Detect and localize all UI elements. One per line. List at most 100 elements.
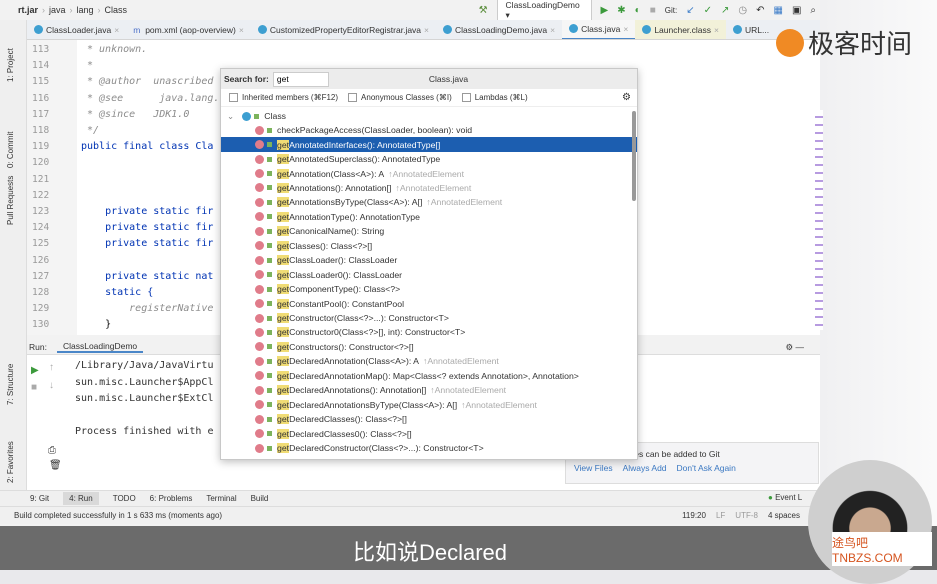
stop-run-icon[interactable]: ■: [31, 382, 37, 393]
tool-window--run[interactable]: 4: Run: [63, 492, 99, 505]
structure-item[interactable]: get ConstantPool(): ConstantPool: [221, 296, 637, 310]
status-message: Build completed successfully in 1 s 633 …: [14, 511, 223, 520]
match-highlight: get: [277, 182, 290, 193]
structure-item[interactable]: get Annotation(Class<A>): A ↑AnnotatedElem…: [221, 166, 637, 180]
structure-item[interactable]: get DeclaredConstructor(Class<?>...): Con…: [221, 441, 637, 455]
indent[interactable]: 4 spaces: [768, 511, 800, 520]
structure-item[interactable]: get CanonicalName(): String: [221, 224, 637, 238]
project-structure-icon[interactable]: ▦: [773, 5, 782, 16]
tool-window-build[interactable]: Build: [251, 494, 269, 503]
line-number: 122: [32, 189, 50, 201]
gear-icon[interactable]: ⚙: [622, 92, 631, 103]
breadcrumb-item[interactable]: rt.jar: [18, 5, 38, 15]
git-commit-icon[interactable]: ✓: [704, 5, 712, 16]
popup-scrollbar[interactable]: [632, 111, 636, 201]
print-icon[interactable]: ⎙: [48, 445, 56, 456]
structure-item[interactable]: get ComponentType(): Class<?>: [221, 282, 637, 296]
code-line: private static fir: [81, 206, 214, 217]
structure-item[interactable]: get Annotations(): Annotation[] ↑Annotated…: [221, 181, 637, 195]
line-number: 119: [32, 141, 50, 153]
editor-tab[interactable]: ClassLoadingDemo.java ×: [436, 20, 562, 39]
run-icon[interactable]: ▶: [601, 5, 609, 16]
structure-item[interactable]: get DeclaredAnnotationsByType(Class<A>): …: [221, 398, 637, 412]
visibility-icon: [267, 358, 272, 364]
editor-tab[interactable]: ClassLoader.java ×: [27, 20, 126, 39]
method-icon: [255, 327, 264, 337]
rerun-icon[interactable]: ▶: [31, 362, 39, 380]
encoding[interactable]: UTF-8: [735, 511, 758, 520]
rollback-icon[interactable]: ↶: [756, 5, 764, 16]
history-icon[interactable]: ◷: [738, 5, 747, 16]
favorites-tool[interactable]: 2: Favorites: [6, 441, 15, 483]
close-icon[interactable]: ×: [114, 25, 119, 35]
tool-window--problems[interactable]: 6: Problems: [150, 494, 193, 503]
structure-item[interactable]: get DeclaredClasses0(): Class<?>[]: [221, 426, 637, 440]
tool-window--git[interactable]: 9: Git: [30, 494, 49, 503]
close-icon[interactable]: ×: [550, 25, 555, 35]
editor-tab[interactable]: Launcher.class ×: [635, 20, 726, 39]
structure-item[interactable]: get DeclaredAnnotationMap(): Map<Class<? …: [221, 369, 637, 383]
pull-requests-tool[interactable]: Pull Requests: [6, 176, 15, 225]
structure-item[interactable]: get AnnotatedSuperclass(): AnnotatedType: [221, 152, 637, 166]
breadcrumb-item[interactable]: lang: [77, 5, 94, 15]
search-icon[interactable]: ⌕: [810, 5, 816, 16]
coverage-icon[interactable]: ◐: [635, 5, 641, 16]
lambdas-checkbox[interactable]: Lambdas (⌘L): [461, 93, 528, 103]
editor-tab[interactable]: CustomizedPropertyEditorRegistrar.java ×: [251, 20, 436, 39]
build-icon[interactable]: ⚒: [479, 5, 488, 16]
window-icon[interactable]: ▣: [792, 5, 801, 16]
structure-item[interactable]: get AnnotationsByType(Class<A>): A[] ↑Anno…: [221, 195, 637, 209]
inherited-members-checkbox[interactable]: Inherited members (⌘F12): [229, 93, 338, 103]
close-icon[interactable]: ×: [623, 24, 628, 34]
structure-item[interactable]: get Constructor0(Class<?>[], int): Constr…: [221, 325, 637, 339]
structure-item[interactable]: get DeclaredAnnotation(Class<A>): A ↑Annot…: [221, 354, 637, 368]
structure-item[interactable]: get DeclaredClasses(): Class<?>[]: [221, 412, 637, 426]
event-log-button[interactable]: ● Event L: [768, 493, 802, 502]
line-separator[interactable]: LF: [716, 511, 725, 520]
git-update-icon[interactable]: ↙: [686, 5, 694, 16]
git-push-icon[interactable]: ↗: [721, 5, 729, 16]
structure-item[interactable]: get Constructor(Class<?>...): Constructor…: [221, 311, 637, 325]
structure-item[interactable]: get ClassLoader(): ClassLoader: [221, 253, 637, 267]
caret-position[interactable]: 119:20: [682, 511, 706, 520]
tool-window-todo[interactable]: TODO: [113, 494, 136, 503]
commit-tool[interactable]: 0: Commit: [6, 132, 15, 168]
method-icon: [255, 385, 264, 395]
run-tab[interactable]: ClassLoadingDemo: [56, 341, 144, 353]
debug-icon[interactable]: ✱: [617, 5, 625, 16]
anonymous-classes-checkbox[interactable]: Anonymous Classes (⌘I): [348, 93, 452, 103]
structure-tool[interactable]: 7: Structure: [6, 364, 15, 405]
editor-tab[interactable]: Class.java ×: [562, 20, 636, 39]
close-icon[interactable]: ×: [424, 25, 429, 35]
tree-root[interactable]: ⌄ Class: [221, 109, 637, 123]
editor-tab[interactable]: m pom.xml (aop-overview) ×: [126, 20, 251, 39]
project-tool[interactable]: 1: Project: [6, 48, 15, 82]
structure-item[interactable]: get Classes(): Class<?>[]: [221, 239, 637, 253]
structure-item[interactable]: get AnnotatedInterfaces(): AnnotatedType[…: [221, 137, 637, 152]
method-icon: [255, 154, 264, 164]
tool-window-terminal[interactable]: Terminal: [206, 494, 236, 503]
always-add-link[interactable]: Always Add: [623, 463, 667, 473]
breadcrumb-item[interactable]: java: [49, 5, 66, 15]
scroll-up-icon[interactable]: ↑: [49, 362, 54, 373]
breadcrumb-item[interactable]: Class: [105, 5, 128, 15]
tab-label: URL...: [744, 24, 770, 35]
dont-ask-link[interactable]: Don't Ask Again: [677, 463, 736, 473]
scroll-down-icon[interactable]: ↓: [49, 380, 54, 391]
search-input[interactable]: [272, 71, 329, 87]
file-icon: [34, 25, 43, 34]
editor-tab[interactable]: URL...: [726, 20, 776, 39]
chevron-down-icon[interactable]: ⌄: [227, 111, 234, 122]
gear-icon[interactable]: ⚙ —: [786, 342, 804, 353]
structure-item[interactable]: get AnnotationType(): AnnotationType: [221, 210, 637, 224]
structure-item[interactable]: checkPackageAccess(ClassLoader, boolean)…: [221, 123, 637, 137]
close-icon[interactable]: ×: [239, 25, 244, 35]
view-files-link[interactable]: View Files: [574, 463, 613, 473]
structure-item[interactable]: get ClassLoader0(): ClassLoader: [221, 268, 637, 282]
structure-item[interactable]: get DeclaredAnnotations(): Annotation[] ↑A…: [221, 383, 637, 397]
stop-icon[interactable]: ■: [650, 5, 656, 16]
close-icon[interactable]: ×: [714, 25, 719, 35]
trash-icon[interactable]: 🗑: [49, 460, 62, 471]
breadcrumb-separator: ›: [42, 5, 46, 15]
structure-item[interactable]: get Constructors(): Constructor<?>[]: [221, 340, 637, 354]
